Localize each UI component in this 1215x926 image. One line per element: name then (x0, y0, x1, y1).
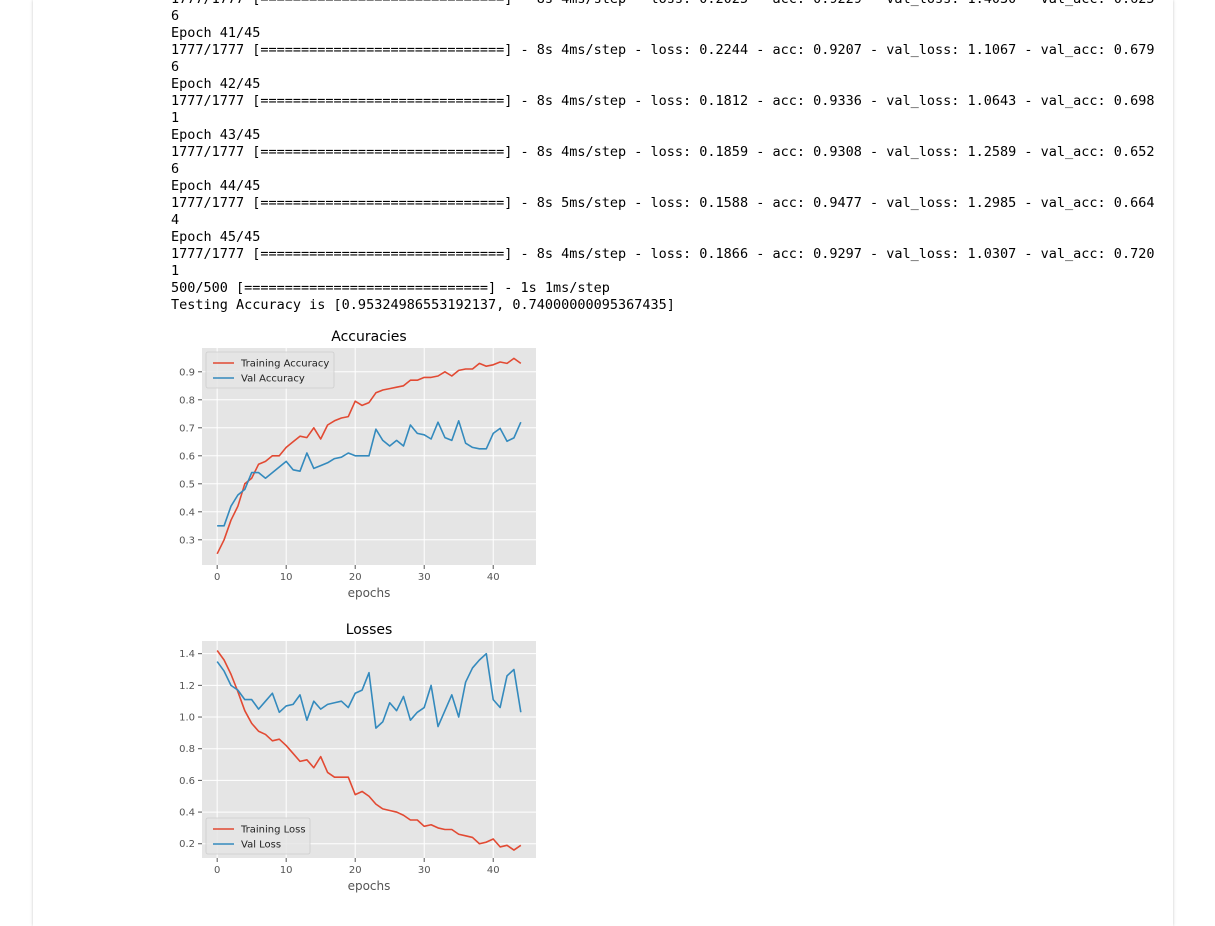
y-tick-label: 0.6 (179, 451, 195, 462)
y-tick-label: 0.8 (179, 744, 195, 755)
log-line: 1 (171, 263, 180, 279)
log-line: 4 (171, 212, 180, 228)
legend-entry: Training Loss (240, 825, 306, 836)
y-tick-label: 0.5 (179, 479, 195, 490)
log-line: 1 (171, 110, 180, 126)
x-tick-label: 0 (214, 572, 220, 583)
log-line: 6 (171, 59, 180, 75)
y-tick-label: 0.8 (179, 395, 195, 406)
log-line: Epoch 45/45 (171, 229, 261, 245)
chart-title: Losses (346, 622, 393, 638)
log-line: Epoch 42/45 (171, 76, 261, 92)
log-line: 1777/1777 [=============================… (171, 93, 1155, 109)
x-tick-label: 40 (487, 865, 500, 876)
y-tick-label: 0.6 (179, 776, 195, 787)
x-tick-label: 30 (418, 865, 431, 876)
y-tick-label: 0.3 (179, 535, 195, 546)
log-line: 1777/1777 [=============================… (171, 0, 1154, 8)
log-line: 6 (171, 161, 180, 177)
y-tick-label: 0.9 (179, 367, 195, 378)
y-tick-label: 0.4 (179, 808, 195, 819)
legend-entry: Val Accuracy (241, 374, 305, 385)
y-tick-label: 1.2 (179, 681, 195, 692)
chart-legend: Training Loss Val Loss (205, 817, 311, 855)
x-tick-label: 0 (214, 865, 220, 876)
legend-entry: Training Accuracy (240, 359, 329, 370)
training-log-output: 1777/1777 [=============================… (171, 0, 1154, 314)
x-tick-label: 10 (280, 865, 293, 876)
x-tick-label: 40 (487, 572, 500, 583)
x-axis-label: epochs (348, 586, 391, 600)
log-line: 1777/1777 [=============================… (171, 42, 1155, 58)
legend-entry: Val Loss (241, 840, 281, 851)
log-line: 1777/1777 [=============================… (171, 144, 1155, 160)
log-line: Epoch 43/45 (171, 127, 261, 143)
x-tick-label: 20 (349, 865, 362, 876)
y-tick-label: 0.7 (179, 423, 195, 434)
log-line: Epoch 44/45 (171, 178, 261, 194)
y-tick-label: 0.2 (179, 839, 195, 850)
x-tick-label: 30 (418, 572, 431, 583)
y-tick-label: 0.4 (179, 507, 195, 518)
y-tick-label: 1.4 (179, 649, 195, 660)
log-line: Testing Accuracy is [0.95324986553192137… (171, 297, 675, 313)
chart-legend: Training Accuracy Val Accuracy (205, 351, 335, 389)
x-axis-label: epochs (348, 879, 391, 893)
log-line: Epoch 41/45 (171, 25, 261, 41)
log-line: 1777/1777 [=============================… (171, 246, 1155, 262)
losses-chart: Losses 0 10 20 30 40 0.2 0.4 0.6 0.8 1.0 1.2 1.4 epoc… (179, 622, 536, 893)
log-line: 6 (171, 8, 180, 24)
accuracies-chart: Accuracies 0 10 20 30 40 0.3 0.4 0.5 0.6 0.7 0.8 0.9… (179, 329, 536, 600)
log-line: 1777/1777 [=============================… (171, 195, 1155, 211)
x-tick-label: 20 (349, 572, 362, 583)
log-line: 500/500 [==============================]… (171, 280, 610, 296)
chart-title: Accuracies (331, 329, 406, 345)
x-tick-label: 10 (280, 572, 293, 583)
y-tick-label: 1.0 (179, 713, 195, 724)
